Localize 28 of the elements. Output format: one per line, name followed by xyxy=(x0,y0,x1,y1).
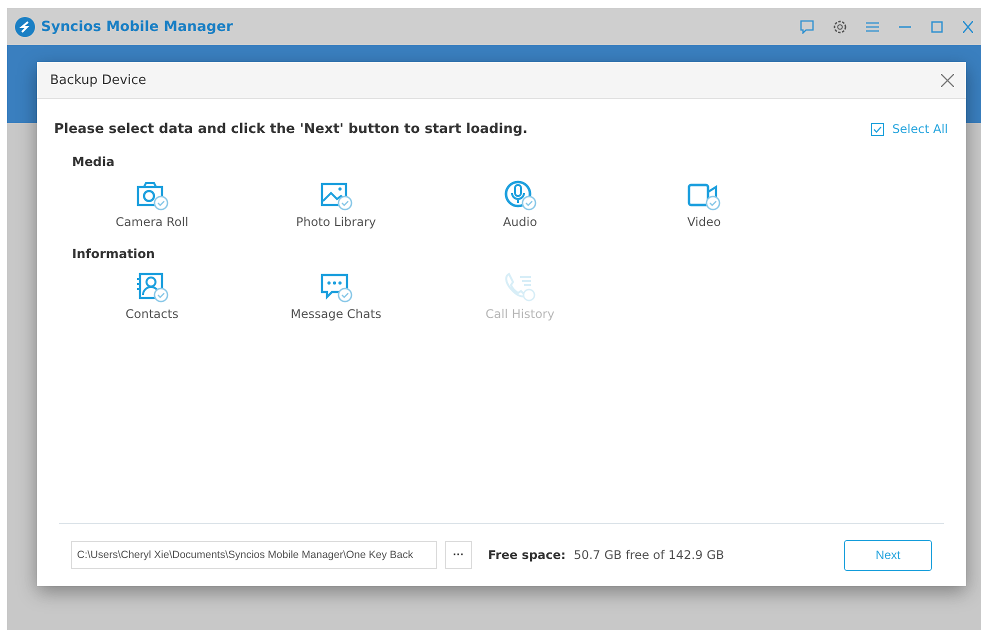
category-label[interactable]: Photo Library xyxy=(296,215,376,229)
contact-card-icon[interactable] xyxy=(135,271,169,303)
settings-icon[interactable] xyxy=(832,18,848,34)
app-title: Syncios Mobile Manager xyxy=(41,18,233,34)
dialog-title: Backup Device xyxy=(50,72,146,88)
close-icon[interactable] xyxy=(941,74,954,86)
menu-icon[interactable] xyxy=(866,20,879,32)
free-space-value: 50.7 GB free of 142.9 GB xyxy=(574,548,724,562)
chat-bubble-icon[interactable] xyxy=(319,271,353,303)
minimize-icon[interactable] xyxy=(899,26,911,28)
microphone-icon[interactable] xyxy=(503,179,537,211)
category-label[interactable]: Video xyxy=(687,215,721,229)
maximize-icon[interactable] xyxy=(931,20,943,32)
logo-icon xyxy=(15,16,35,36)
section-title: Media xyxy=(72,154,116,169)
category-label[interactable]: Contacts xyxy=(126,307,178,321)
browse-button[interactable]: ··· xyxy=(445,541,472,569)
camera-icon[interactable] xyxy=(135,179,169,211)
category-label[interactable]: Camera Roll xyxy=(116,215,188,229)
path-field[interactable]: C:\Users\Cheryl Xie\Documents\Syncios Mobile Manager\One Key Back xyxy=(71,541,437,569)
instruction-text: Please select data and click the 'Next' button to start loading. xyxy=(54,121,528,137)
close-icon[interactable] xyxy=(963,20,973,32)
chat-icon[interactable] xyxy=(800,20,814,34)
category-label[interactable]: Audio xyxy=(502,215,538,229)
checkmark-icon xyxy=(873,124,882,134)
section-title: Information xyxy=(72,246,156,261)
free-space-label: Free space: xyxy=(488,548,566,562)
category-label[interactable]: Message Chats xyxy=(290,307,382,321)
